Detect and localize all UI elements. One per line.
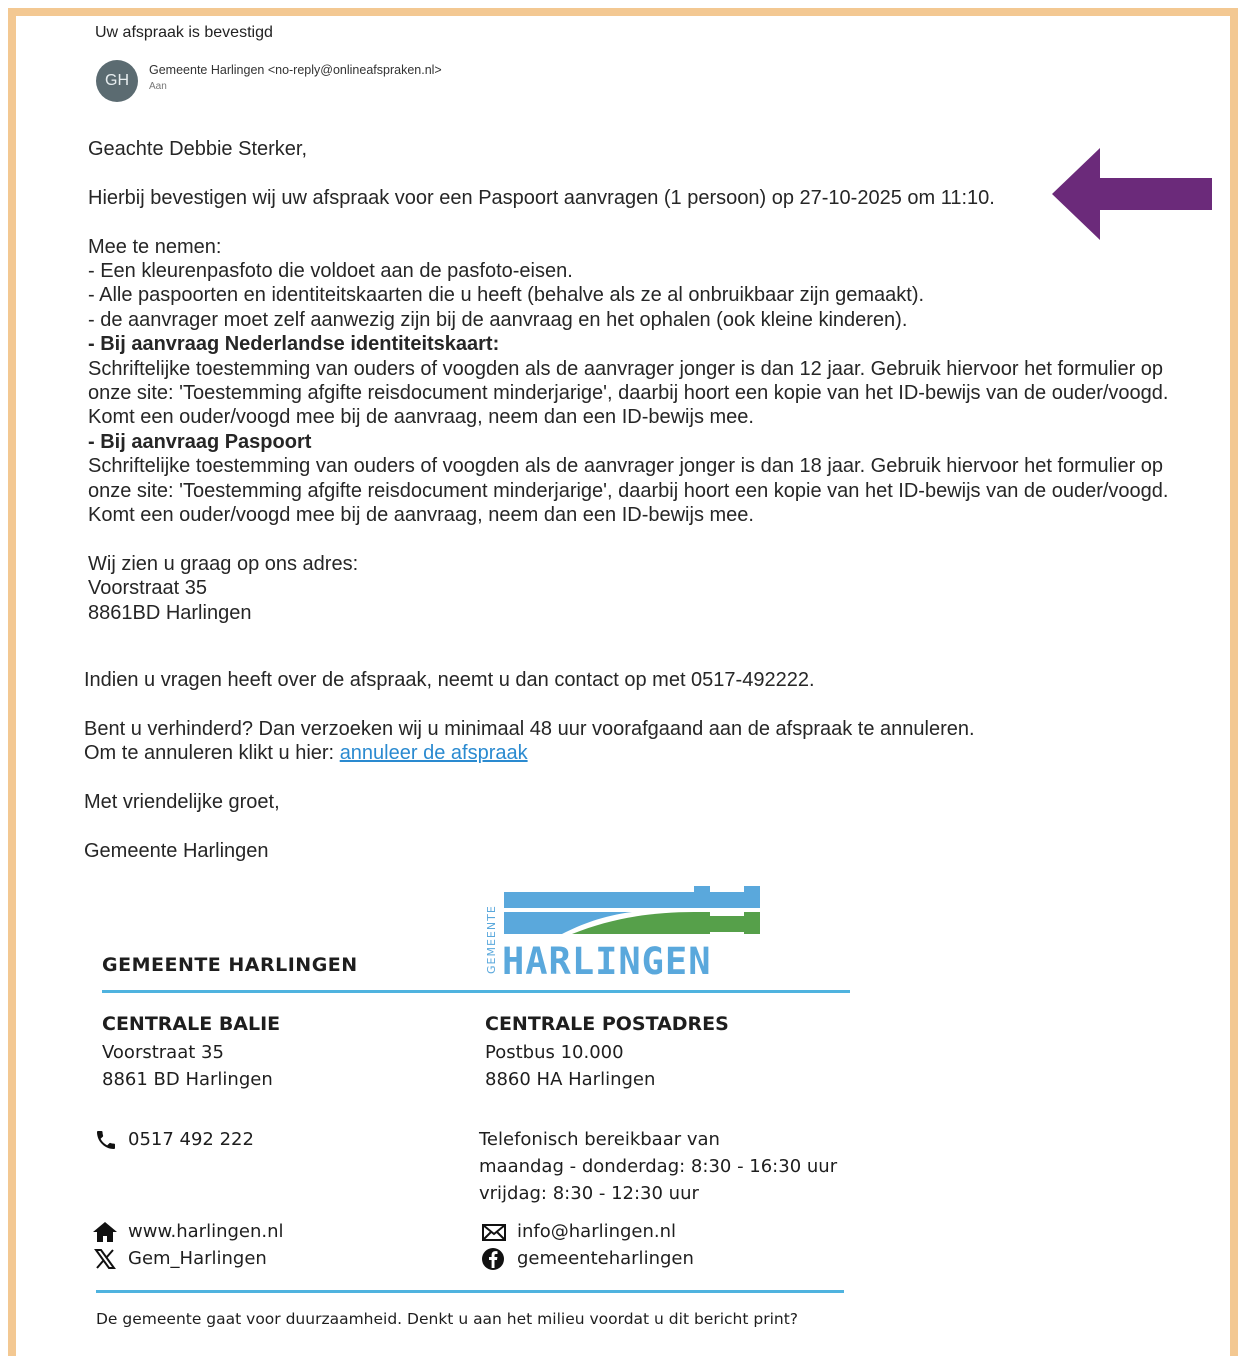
mail-icon	[482, 1224, 506, 1241]
greeting: Geachte Debbie Sterker,	[88, 138, 308, 160]
home-icon	[93, 1222, 117, 1242]
post-box: Postbus 10.000	[485, 1042, 624, 1063]
hours-title: Telefonisch bereikbaar van	[479, 1129, 720, 1150]
cancel-line: Om te annuleren klikt u hier: annuleer d…	[84, 741, 1204, 765]
address-city: 8861BD Harlingen	[88, 601, 252, 624]
hours-block: Telefonisch bereikbaar van maandag - don…	[479, 1126, 837, 1207]
logo-big-text: HARLINGEN	[502, 940, 711, 980]
x-handle: Gem_Harlingen	[128, 1248, 267, 1269]
facebook-name: gemeenteharlingen	[517, 1248, 694, 1269]
bring-item: - de aanvrager moet zelf aanwezig zijn b…	[88, 308, 908, 331]
website-text: www.harlingen.nl	[128, 1221, 284, 1242]
questions-text: Indien u vragen heeft over de afspraak, …	[84, 669, 815, 691]
bring-item: - Een kleurenpasfoto die voldoet aan de …	[88, 260, 573, 282]
hours-friday: vrijdag: 8:30 - 12:30 uur	[479, 1183, 699, 1204]
cancel-text: Bent u verhinderd? Dan verzoeken wij u m…	[84, 717, 975, 740]
email-body-lower: Indien u vragen heeft over de afspraak, …	[84, 668, 1204, 863]
balie-city: 8861 BD Harlingen	[102, 1069, 273, 1090]
cancel-link-prefix: Om te annuleren klikt u hier:	[84, 742, 340, 765]
harlingen-logo: GEMEENTE HARLINGEN	[485, 886, 760, 980]
passport-heading: - Bij aanvraag Paspoort	[88, 430, 312, 453]
bring-heading: Mee te nemen:	[88, 235, 222, 258]
address-street: Voorstraat 35	[88, 577, 207, 600]
signature-rule-top	[102, 990, 850, 993]
contact-social-block: info@harlingen.nl gemeenteharlingen	[481, 1218, 694, 1272]
sender-avatar[interactable]: GH	[96, 60, 138, 102]
cancel-appointment-link[interactable]: annuleer de afspraak	[340, 742, 528, 764]
phone-row[interactable]: 0517 492 222	[94, 1126, 254, 1153]
balie-block: CENTRALE BALIE Voorstraat 35 8861 BD Har…	[102, 1013, 280, 1093]
facebook-icon	[482, 1248, 504, 1270]
passport-text: Schriftelijke toestemming van ouders of …	[88, 455, 1169, 527]
address-intro: Wij zien u graag op ons adres:	[88, 552, 359, 575]
signature-name: Gemeente Harlingen	[84, 839, 269, 862]
postadres-block: CENTRALE POSTADRES Postbus 10.000 8860 H…	[485, 1013, 729, 1093]
to-label[interactable]: Aan	[149, 81, 167, 92]
closing: Met vriendelijke groet,	[84, 791, 280, 813]
post-city: 8860 HA Harlingen	[485, 1069, 656, 1090]
phone-icon	[97, 1131, 115, 1149]
x-row[interactable]: Gem_Harlingen	[92, 1245, 284, 1272]
hours-weekdays: maandag - donderdag: 8:30 - 16:30 uur	[479, 1156, 838, 1177]
email-body: Geachte Debbie Sterker, Hierbij bevestig…	[88, 137, 1208, 625]
post-heading: CENTRALE POSTADRES	[485, 1013, 729, 1035]
signature-rule-bottom	[96, 1290, 844, 1293]
x-logo-icon	[94, 1249, 116, 1269]
facebook-row[interactable]: gemeenteharlingen	[481, 1245, 694, 1272]
id-card-heading: - Bij aanvraag Nederlandse identiteitska…	[88, 333, 500, 356]
signature-org: GEMEENTE HARLINGEN	[102, 954, 358, 976]
balie-heading: CENTRALE BALIE	[102, 1013, 281, 1035]
website-row[interactable]: www.harlingen.nl	[92, 1218, 284, 1245]
id-card-text: Schriftelijke toestemming van ouders of …	[88, 357, 1169, 429]
web-social-block: www.harlingen.nl Gem_Harlingen	[92, 1218, 284, 1272]
balie-street: Voorstraat 35	[102, 1042, 224, 1063]
bring-item: - Alle paspoorten en identiteitskaarten …	[88, 284, 925, 307]
sender-address[interactable]: Gemeente Harlingen <no-reply@onlineafspr…	[149, 63, 442, 77]
email-row[interactable]: info@harlingen.nl	[481, 1218, 694, 1245]
email-address: info@harlingen.nl	[517, 1221, 677, 1242]
phone-number: 0517 492 222	[128, 1129, 254, 1150]
confirmation-text: Hierbij bevestigen wij uw afspraak voor …	[88, 186, 995, 209]
email-subject: Uw afspraak is bevestigd	[95, 24, 273, 41]
logo-small-text: GEMEENTE	[485, 905, 498, 974]
footer-note: De gemeente gaat voor duurzaamheid. Denk…	[96, 1310, 799, 1328]
